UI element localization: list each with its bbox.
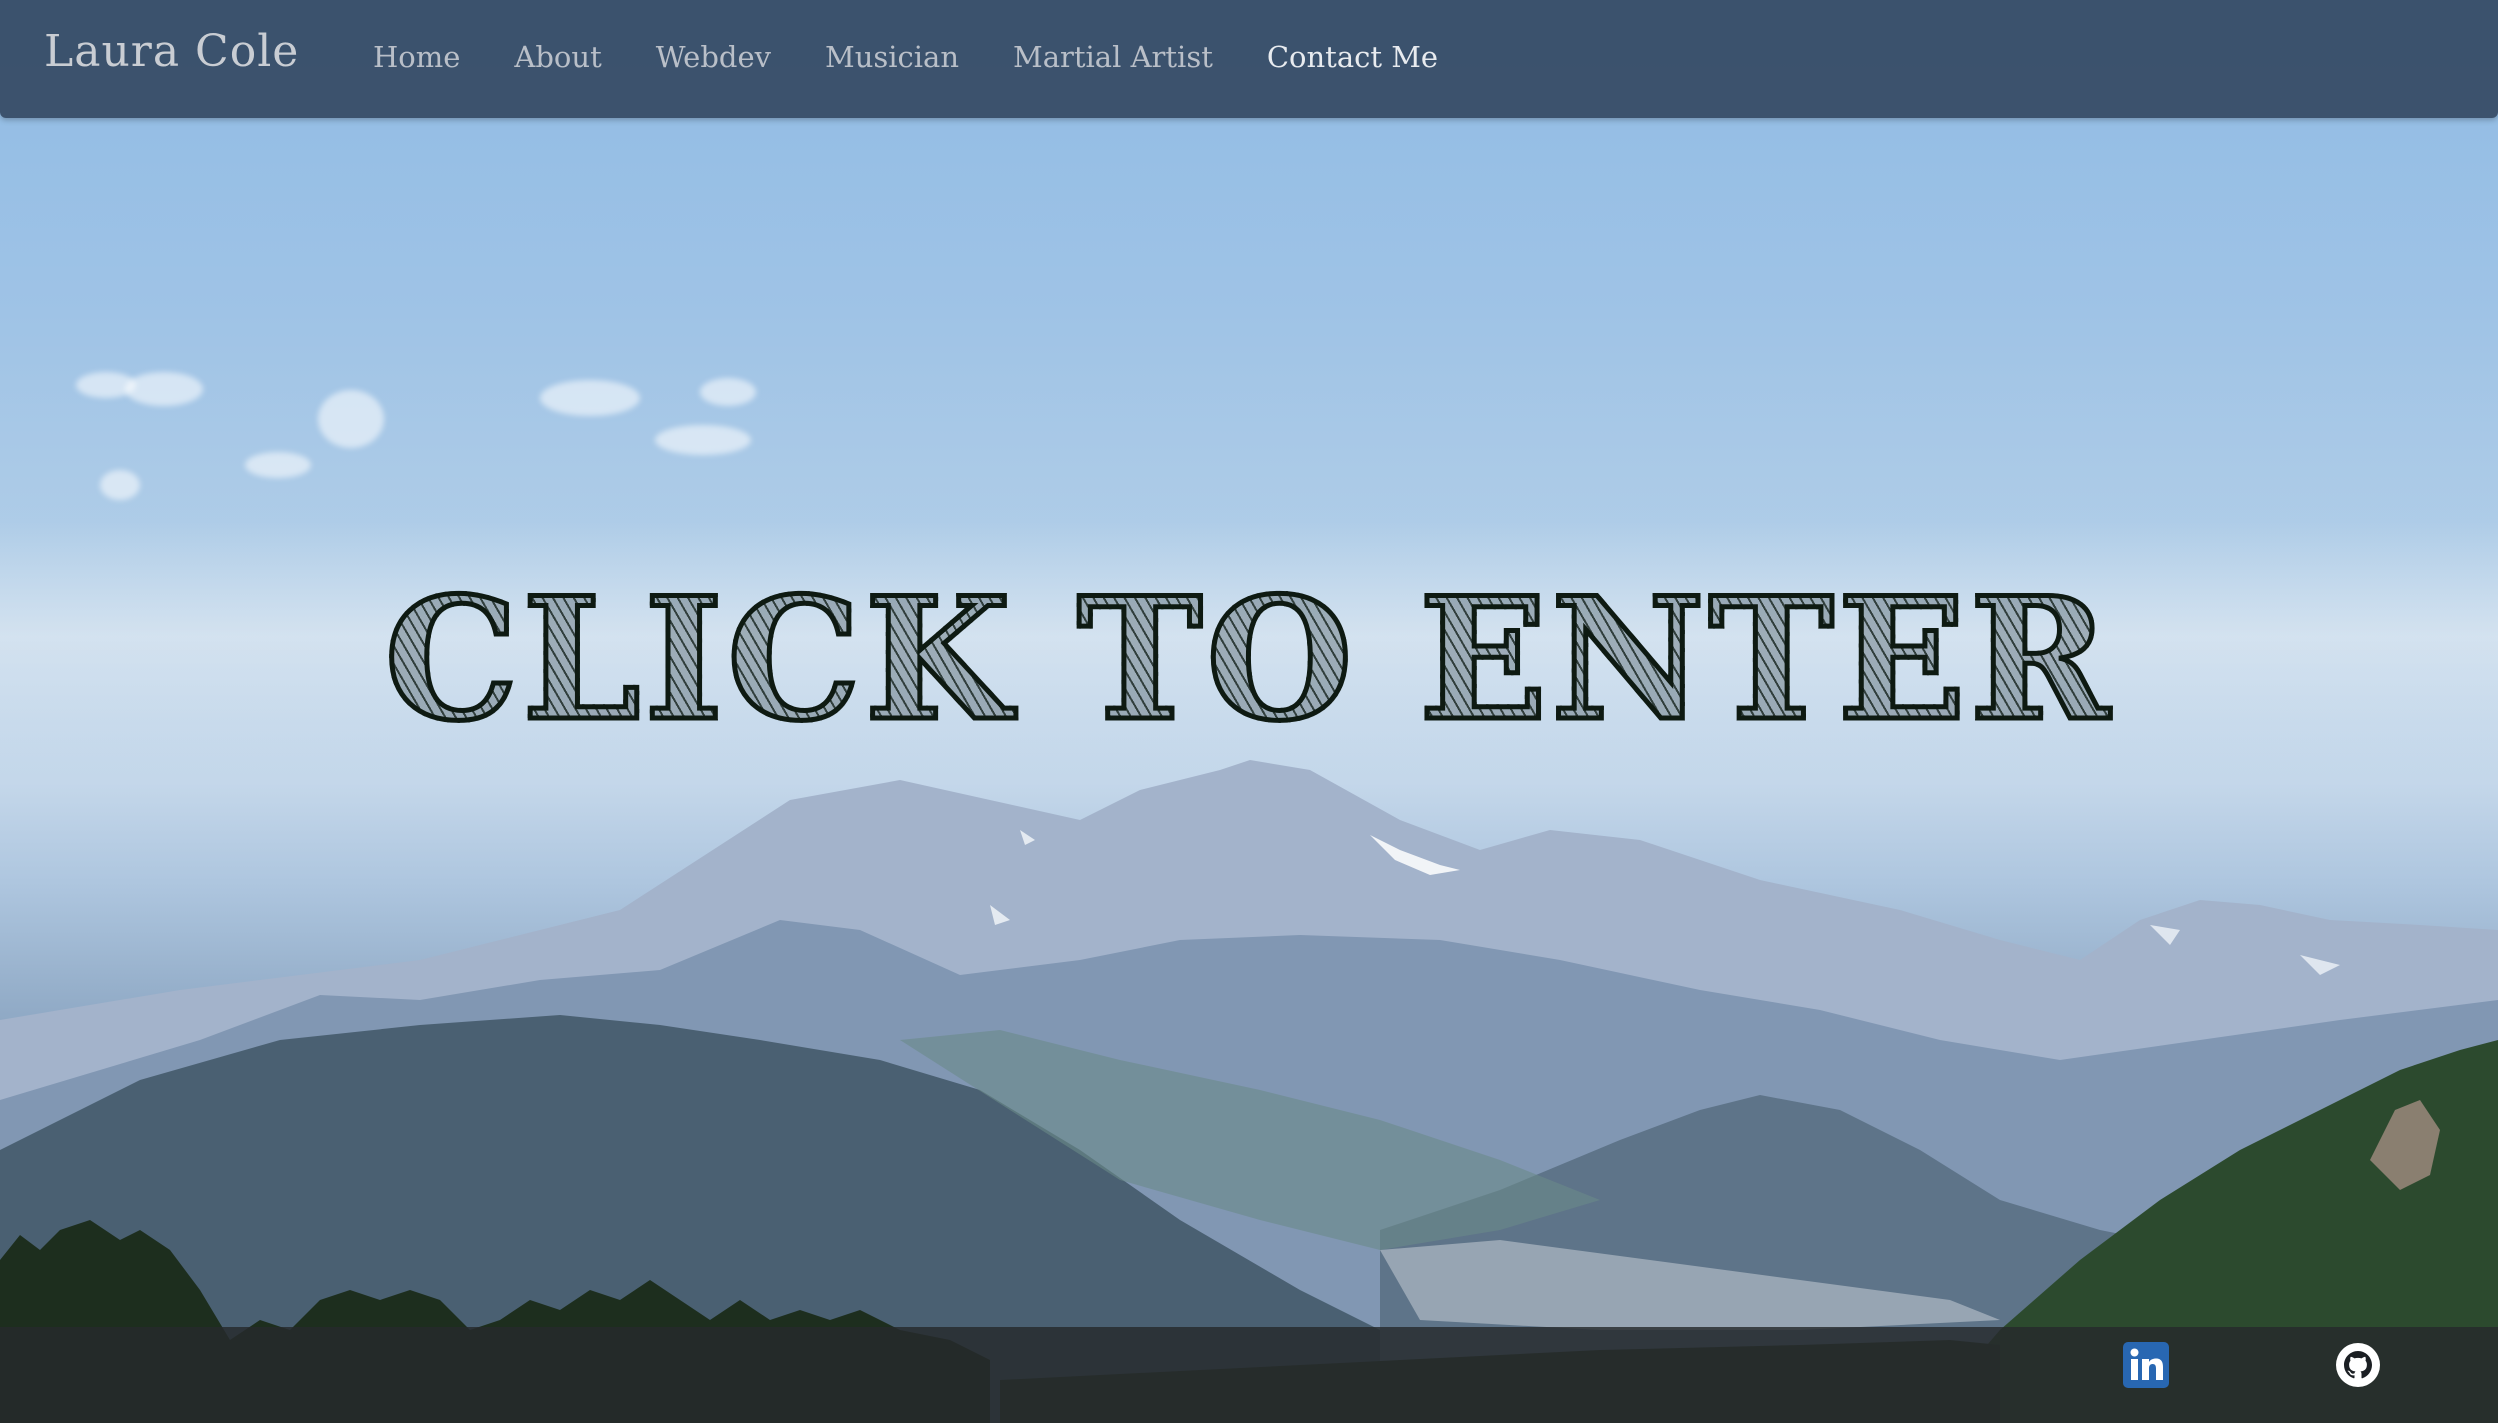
nav-item-contact[interactable]: Contact Me [1240,40,1465,74]
nav-links: Home About Webdev Musician Martial Artis… [346,40,1465,74]
nav-item-martial-artist[interactable]: Martial Artist [986,40,1240,74]
linkedin-icon[interactable] [2123,1342,2169,1388]
nav-item-webdev[interactable]: Webdev [629,40,798,74]
nav-item-about[interactable]: About [487,40,628,74]
github-icon[interactable] [2335,1342,2381,1388]
nav-item-musician[interactable]: Musician [798,40,986,74]
navbar: Laura Cole Home About Webdev Musician Ma… [0,0,2498,118]
page: Laura Cole Home About Webdev Musician Ma… [0,0,2498,1423]
nav-item-home[interactable]: Home [346,40,487,74]
click-to-enter-button[interactable]: CLICK TO ENTER [0,558,2498,761]
brand-logo[interactable]: Laura Cole [44,26,299,77]
